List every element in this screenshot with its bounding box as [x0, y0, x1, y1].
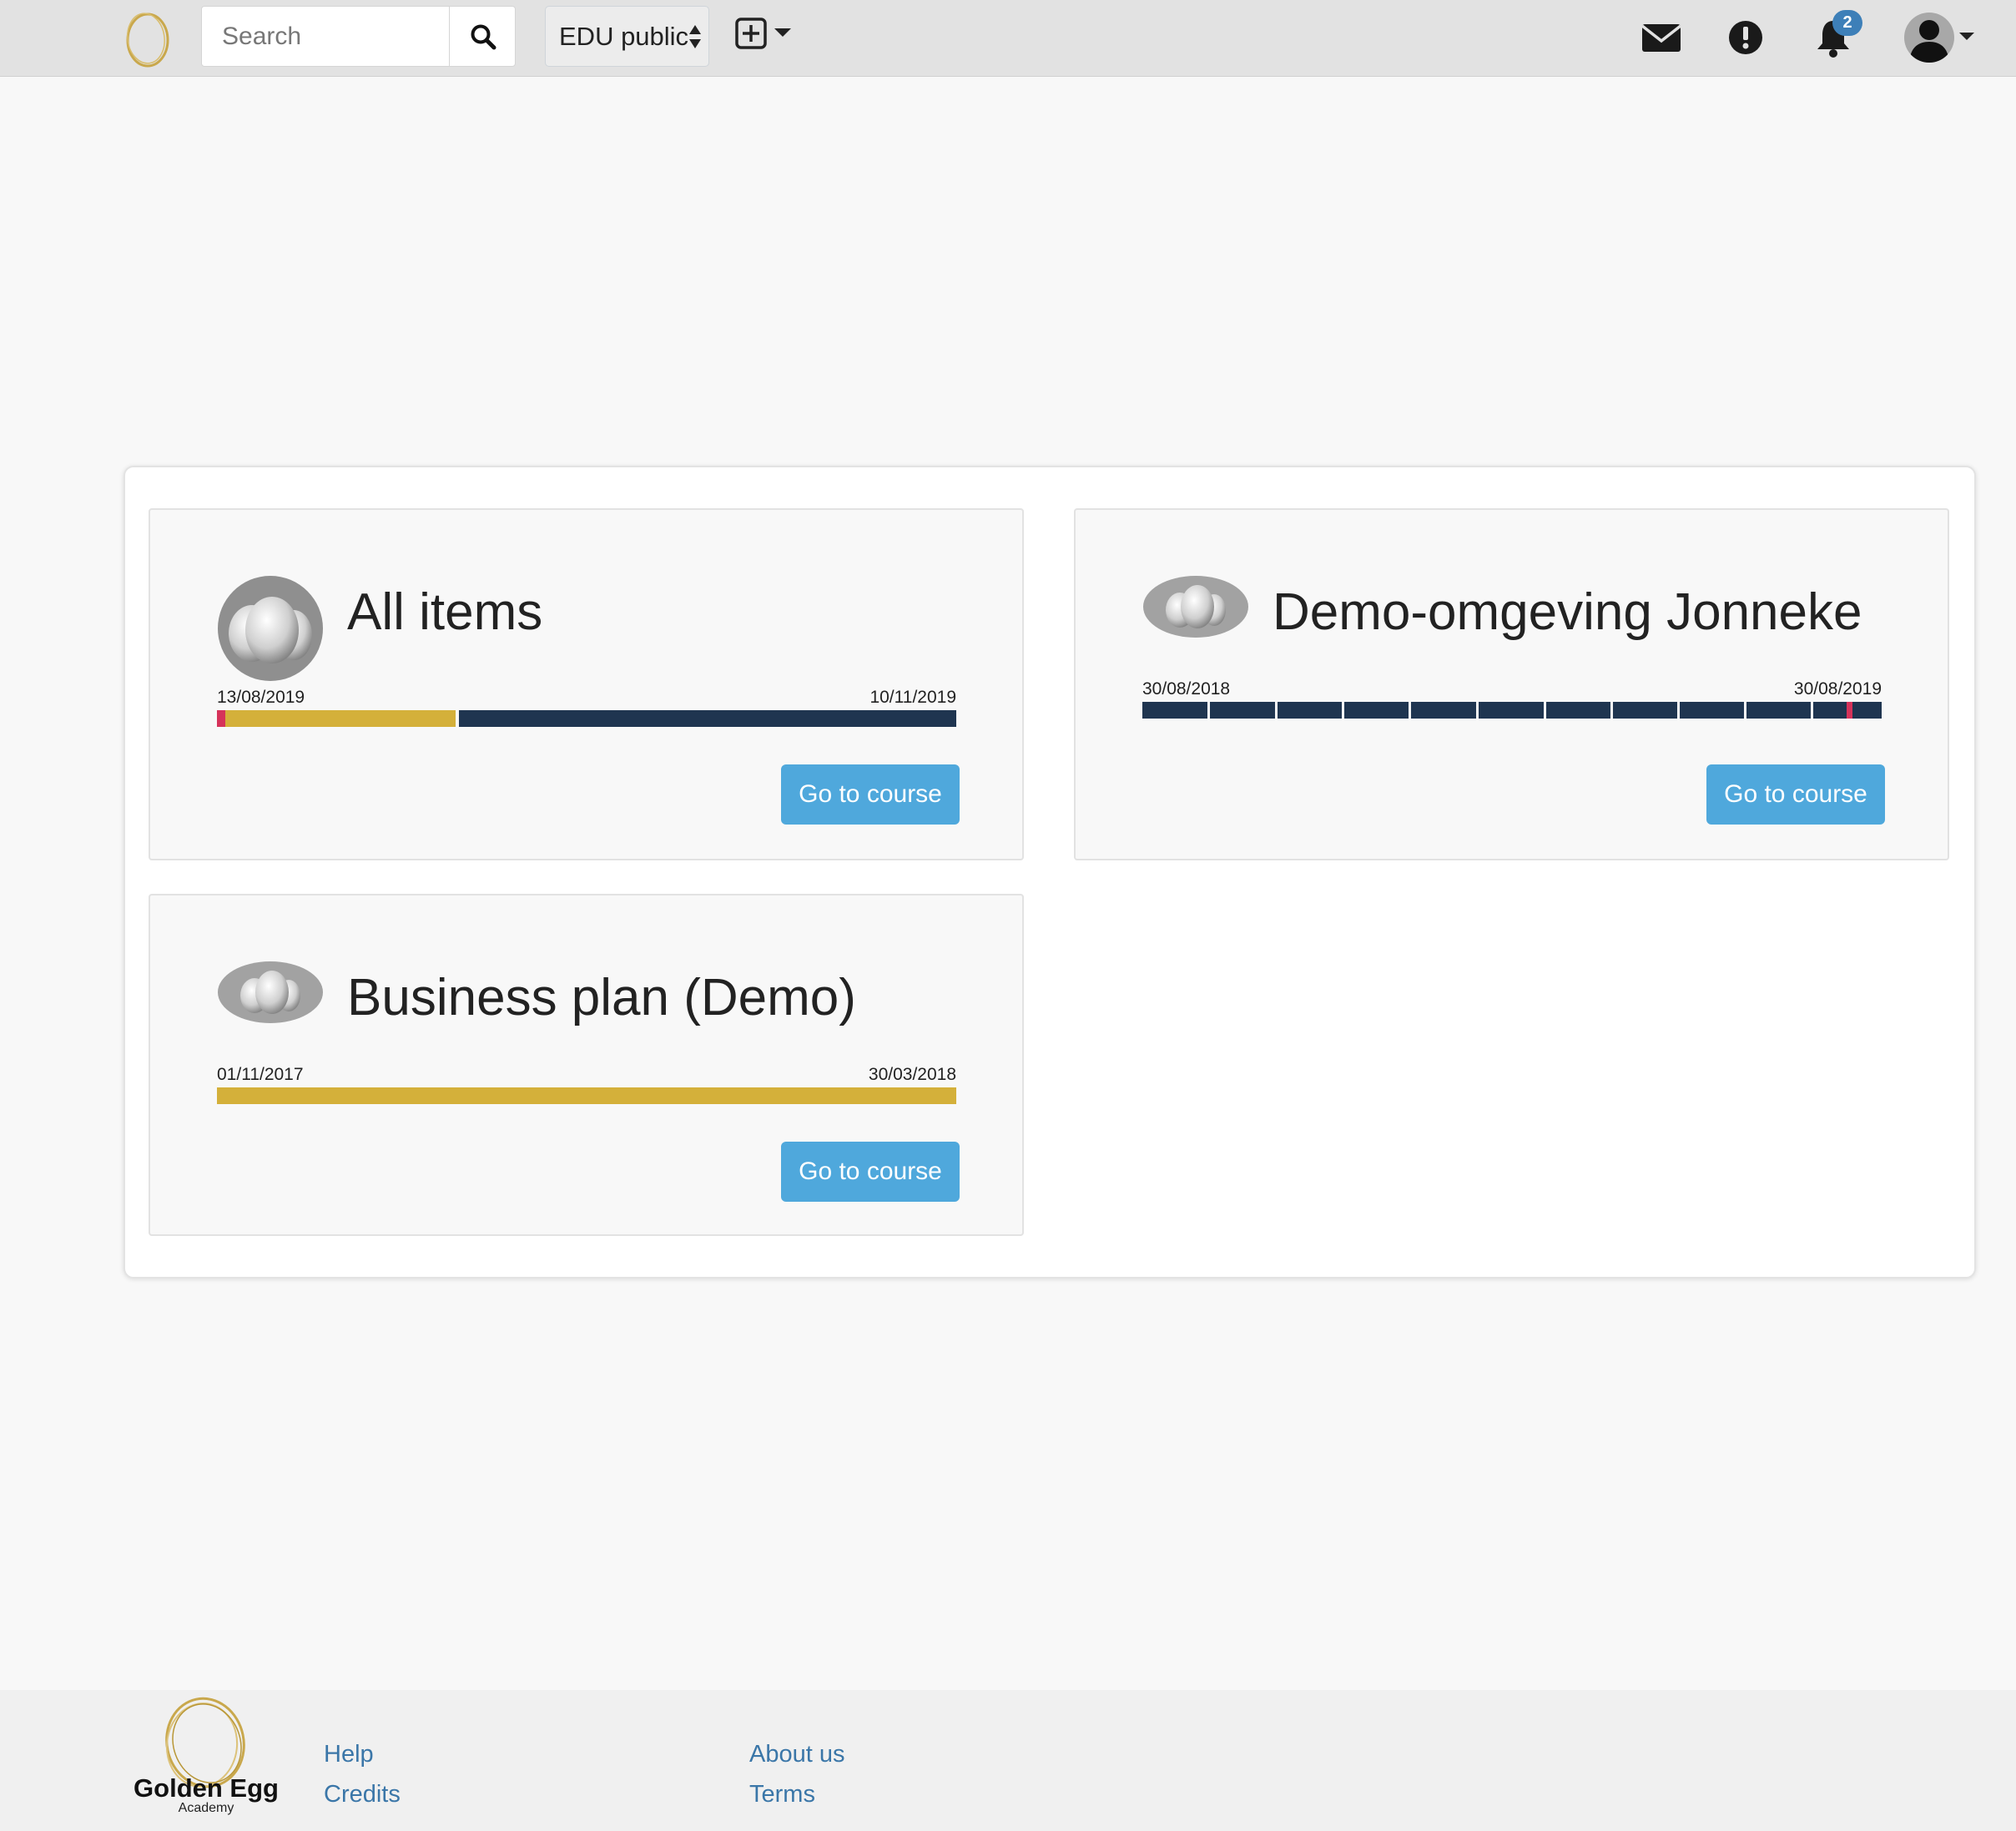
envelope-icon[interactable] — [1641, 17, 1682, 58]
environment-select[interactable]: EDU public — [545, 6, 709, 67]
timeline-segment — [1210, 702, 1275, 719]
timeline-segment — [1479, 702, 1544, 719]
timeline-segment — [1746, 702, 1811, 719]
plus-square-icon — [735, 18, 767, 49]
search-button[interactable] — [449, 7, 516, 66]
timeline-segment — [459, 710, 956, 727]
footer-link-credits[interactable]: Credits — [324, 1783, 401, 1807]
footer: Golden Egg Academy Help Credits About us… — [0, 1690, 2016, 1831]
course-timeline-bar — [1142, 702, 1882, 719]
course-end-date: 10/11/2019 — [869, 688, 956, 707]
course-end-date: 30/03/2018 — [868, 1065, 956, 1084]
timeline-segment — [1613, 702, 1677, 719]
course-timeline-bar — [217, 710, 956, 727]
search-box — [201, 6, 516, 67]
course-title[interactable]: Demo-omgeving Jonneke — [1273, 587, 1862, 638]
top-navbar: EDU public 2 — [0, 0, 2016, 77]
select-arrows-icon — [689, 25, 701, 48]
search-input[interactable] — [202, 7, 449, 66]
timeline-today-marker — [217, 710, 225, 727]
alert-icon[interactable] — [1725, 17, 1767, 58]
timeline-segment — [225, 710, 456, 727]
course-card: Demo-omgeving Jonneke 30/08/2018 30/08/2… — [1074, 508, 1949, 860]
footer-brand-subtitle: Academy — [178, 1801, 234, 1815]
course-title[interactable]: All items — [347, 587, 542, 638]
notification-badge: 2 — [1832, 10, 1862, 36]
course-start-date: 13/08/2019 — [217, 688, 305, 707]
footer-link-terms[interactable]: Terms — [749, 1783, 815, 1807]
timeline-segment — [217, 1087, 956, 1104]
golden-egg-logo-icon[interactable] — [122, 8, 174, 68]
footer-link-help[interactable]: Help — [324, 1743, 374, 1767]
search-icon — [471, 24, 496, 49]
footer-brand-name: Golden Egg — [134, 1773, 279, 1803]
go-to-course-button[interactable]: Go to course — [1706, 764, 1885, 825]
user-menu[interactable] — [1903, 10, 1978, 65]
course-title[interactable]: Business plan (Demo) — [347, 972, 856, 1024]
timeline-segment — [1546, 702, 1610, 719]
avatar-icon — [1904, 13, 1954, 63]
course-thumbnail-eggs-icon — [1143, 576, 1248, 638]
add-menu-button[interactable] — [734, 17, 794, 53]
course-start-date: 30/08/2018 — [1142, 679, 1231, 699]
course-thumbnail-eggs-icon — [218, 576, 323, 681]
course-card: All items 13/08/2019 10/11/2019 Go to co… — [149, 508, 1024, 860]
course-start-date: 01/11/2017 — [217, 1065, 304, 1084]
footer-link-about-us[interactable]: About us — [749, 1743, 844, 1767]
timeline-segment — [1411, 702, 1476, 719]
courses-panel: All items 13/08/2019 10/11/2019 Go to co… — [123, 466, 1976, 1279]
go-to-course-button[interactable]: Go to course — [781, 1142, 960, 1202]
course-thumbnail-eggs-icon — [218, 961, 323, 1023]
caret-down-icon — [774, 28, 791, 37]
timeline-today-marker — [1847, 702, 1852, 719]
timeline-segment — [1680, 702, 1744, 719]
timeline-segment — [1278, 702, 1342, 719]
course-end-date: 30/08/2019 — [1793, 679, 1882, 699]
course-card: Business plan (Demo) 01/11/2017 30/03/20… — [149, 894, 1024, 1236]
environment-select-value: EDU public — [559, 21, 689, 51]
course-timeline-bar — [217, 1087, 956, 1104]
go-to-course-button[interactable]: Go to course — [781, 764, 960, 825]
timeline-segment — [1142, 702, 1207, 719]
timeline-segment — [1344, 702, 1409, 719]
caret-down-icon — [1959, 33, 1974, 40]
